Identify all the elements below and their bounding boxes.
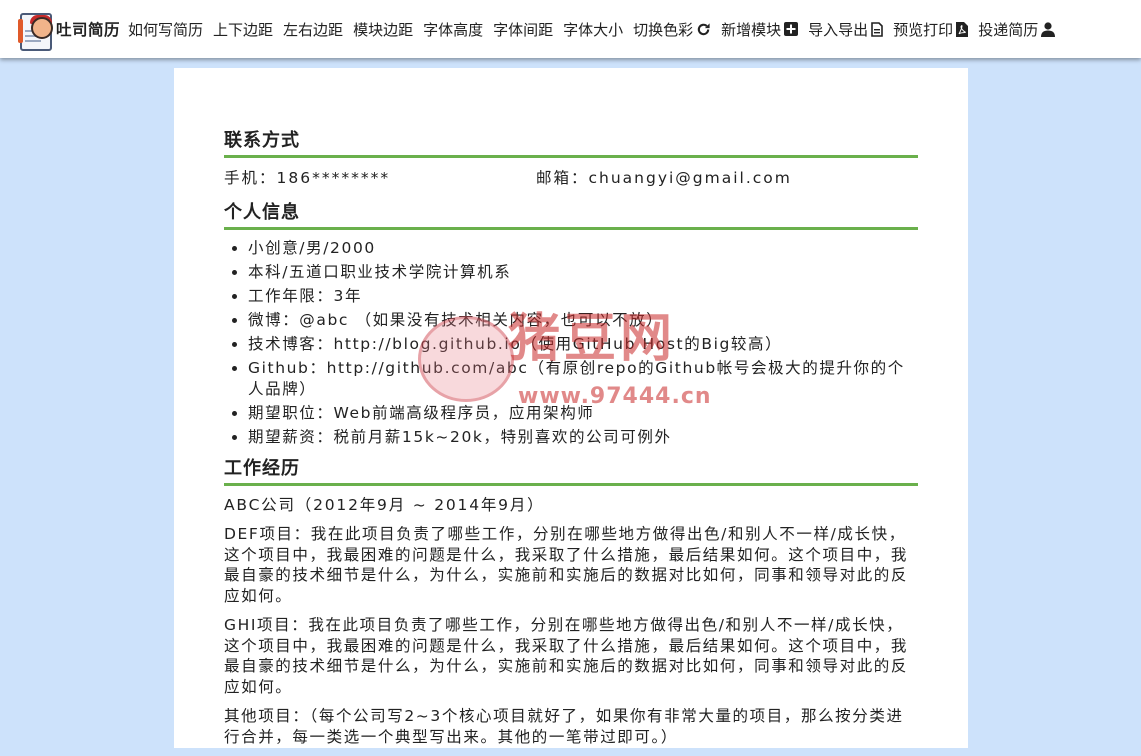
nav-font-size[interactable]: 字体大小 (563, 19, 623, 40)
nav-label: 导入导出 (808, 20, 869, 39)
list-item[interactable]: 技术博客：http://blog.github.io（使用GitHub Host… (248, 334, 918, 355)
contact-phone[interactable]: 手机：186******** (224, 166, 536, 190)
section-title-contact[interactable]: 联系方式 (224, 128, 918, 158)
project-paragraph[interactable]: GHI项目：我在此项目负责了哪些工作，分别在哪些地方做得出色/和别人不一样/成长… (224, 615, 918, 697)
list-item[interactable]: 期望薪资：税前月薪15k~20k，特别喜欢的公司可例外 (248, 427, 918, 448)
project-paragraph[interactable]: DEF项目：我在此项目负责了哪些工作，分别在哪些地方做得出色/和别人不一样/成长… (224, 524, 918, 606)
list-item[interactable]: 小创意/男/2000 (248, 238, 918, 259)
toolbar-nav: 如何写简历 上下边距 左右边距 模块边距 字体高度 字体间距 字体大小 切换色彩… (128, 19, 1065, 40)
nav-letter-spacing[interactable]: 字体间距 (493, 19, 553, 40)
brand-logo[interactable]: 吐司简历 (18, 9, 121, 51)
user-icon (1041, 21, 1056, 37)
nav-how-to-write[interactable]: 如何写简历 (128, 19, 203, 40)
nav-label: 预览打印 (893, 20, 954, 39)
file-pdf-icon (956, 21, 969, 37)
section-title-experience[interactable]: 工作经历 (224, 456, 918, 486)
nav-label: 字体大小 (563, 20, 624, 39)
nav-import-export[interactable]: 导入导出 (808, 19, 883, 40)
nav-add-module[interactable]: 新增模块 (721, 19, 799, 40)
nav-label: 左右边距 (283, 20, 344, 39)
logo-icon (18, 9, 54, 51)
nav-preview-print[interactable]: 预览打印 (893, 19, 969, 40)
section-title-personal[interactable]: 个人信息 (224, 200, 918, 230)
refresh-icon (696, 22, 711, 37)
project-paragraph[interactable]: 其他项目：（每个公司写2~3个核心项目就好了，如果你有非常大量的项目，那么按分类… (224, 706, 918, 747)
plus-square-icon (784, 22, 799, 36)
nav-module-margin[interactable]: 模块边距 (353, 19, 413, 40)
nav-label: 上下边距 (213, 20, 274, 39)
nav-switch-color[interactable]: 切换色彩 (633, 19, 711, 40)
nav-label: 如何写简历 (128, 20, 204, 39)
list-item[interactable]: 微博：@abc （如果没有技术相关内容，也可以不放） (248, 310, 918, 331)
personal-info-list: 小创意/男/2000 本科/五道口职业技术学院计算机系 工作年限：3年 微博：@… (224, 238, 918, 448)
nav-label: 模块边距 (353, 20, 414, 39)
nav-label: 切换色彩 (633, 20, 694, 39)
nav-vertical-margin[interactable]: 上下边距 (213, 19, 273, 40)
nav-label: 新增模块 (721, 20, 782, 39)
list-item[interactable]: 工作年限：3年 (248, 286, 918, 307)
nav-submit-resume[interactable]: 投递简历 (978, 19, 1056, 40)
nav-label: 投递简历 (978, 20, 1039, 39)
nav-label: 字体高度 (423, 20, 484, 39)
nav-horizontal-margin[interactable]: 左右边距 (283, 19, 343, 40)
file-text-icon (871, 21, 883, 37)
nav-label: 字体间距 (493, 20, 554, 39)
brand-name: 吐司简历 (56, 21, 121, 39)
list-item[interactable]: 本科/五道口职业技术学院计算机系 (248, 262, 918, 283)
nav-line-height[interactable]: 字体高度 (423, 19, 483, 40)
list-item[interactable]: Github：http://github.com/abc（有原创repo的Git… (248, 358, 918, 400)
contact-row: 手机：186******** 邮箱：chuangyi@gmail.com (224, 166, 918, 190)
contact-email[interactable]: 邮箱：chuangyi@gmail.com (536, 166, 792, 190)
resume-content: 联系方式 手机：186******** 邮箱：chuangyi@gmail.co… (224, 128, 918, 756)
company-line[interactable]: ABC公司（2012年9月 ~ 2014年9月） (224, 494, 918, 516)
top-toolbar: 吐司简历 如何写简历 上下边距 左右边距 模块边距 字体高度 字体间距 字体大小… (0, 0, 1141, 58)
list-item[interactable]: 期望职位：Web前端高级程序员，应用架构师 (248, 403, 918, 424)
resume-page: 联系方式 手机：186******** 邮箱：chuangyi@gmail.co… (174, 68, 968, 748)
